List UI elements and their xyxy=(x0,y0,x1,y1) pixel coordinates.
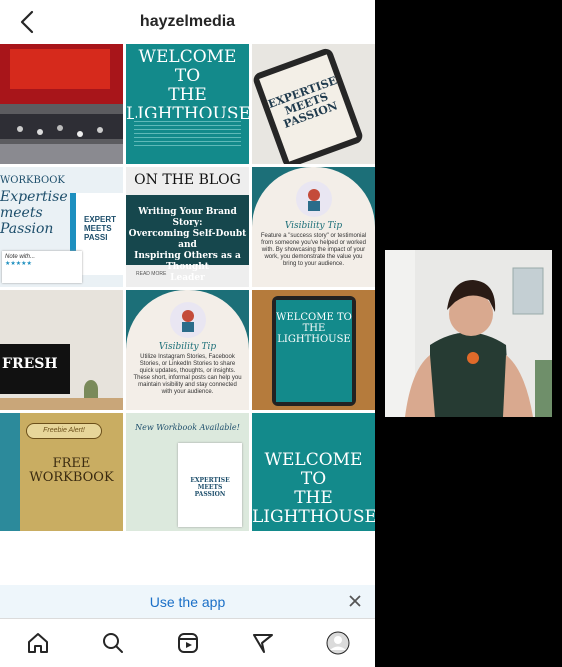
nav-profile[interactable] xyxy=(323,628,353,658)
read-more-label: READ MORE xyxy=(136,271,167,277)
freebie-badge: Freebie Alert! xyxy=(26,423,102,439)
profile-photo xyxy=(385,250,552,417)
use-app-banner: Use the app xyxy=(0,585,375,618)
post-title-line: THE xyxy=(294,488,333,508)
tip-body: Utilize Instagram Stories, Facebook Stor… xyxy=(133,354,242,395)
tablet-image: EXPERTISE MEETS PASSION xyxy=(252,46,365,164)
post-fresh-desk[interactable]: FRESH xyxy=(0,290,123,410)
tip-title: Visibility Tip xyxy=(284,221,343,231)
nav-home[interactable] xyxy=(23,628,53,658)
desk-image xyxy=(0,398,123,410)
post-concert-photo[interactable] xyxy=(0,44,123,164)
body-text-lines xyxy=(134,118,241,148)
post-title-line: THE xyxy=(168,85,207,105)
person-photo xyxy=(385,250,552,417)
post-label: WORKBOOK xyxy=(0,175,65,186)
monitor-text: FRESH xyxy=(2,356,58,372)
post-welcome-lighthouse-tablet[interactable]: WELCOME TO THE LIGHTHOUSE xyxy=(252,290,375,410)
post-title-line: WELCOME TO xyxy=(138,47,237,86)
post-heading: New Workbook Available! xyxy=(135,423,240,432)
cover-line: EXPERTISE xyxy=(190,477,230,484)
post-title-line: LIGHTHOUSE xyxy=(277,334,351,345)
tip-title: Visibility Tip xyxy=(158,342,217,352)
cover-line: MEETS xyxy=(84,224,112,233)
monitor-image: FRESH xyxy=(0,344,70,394)
post-title-line: WELCOME TO xyxy=(264,450,363,489)
post-title-line: Passion xyxy=(0,221,54,237)
illustration-icon xyxy=(296,181,332,217)
search-icon xyxy=(102,633,123,653)
reels-icon xyxy=(177,633,198,653)
post-title-line: meets xyxy=(0,205,43,221)
illustration-icon xyxy=(170,302,206,338)
chevron-left-icon[interactable] xyxy=(14,8,42,36)
profile-header: hayzelmedia xyxy=(0,0,375,44)
cover-line: EXPERT xyxy=(84,215,117,224)
blog-title-line: Writing Your Brand Story: xyxy=(138,207,237,228)
post-visibility-tip-1[interactable]: Visibility Tip Feature a "success story"… xyxy=(252,167,375,287)
workbook-cover: EXPERTISE MEETS PASSION xyxy=(178,443,242,527)
send-icon xyxy=(252,634,273,653)
posts-grid: WELCOME TO THE LIGHTHOUSE EXPERTISE MEET… xyxy=(0,44,375,531)
post-visibility-tip-2[interactable]: Visibility Tip Utilize Instagram Stories… xyxy=(126,290,249,410)
use-app-link[interactable]: Use the app xyxy=(150,594,226,610)
nav-search[interactable] xyxy=(98,628,128,658)
post-title-line: Expertise xyxy=(0,189,68,205)
avatar-icon xyxy=(326,631,349,655)
post-welcome-lighthouse-2[interactable]: WELCOME TO THE LIGHTHOUSE xyxy=(252,413,375,531)
review-card: Note with... ★★★★★ xyxy=(2,251,82,283)
instagram-mobile-view: hayzelmedia WELCOME TO THE LIGHTHOUSE EX… xyxy=(0,0,375,667)
cover-line: PASSION xyxy=(194,491,226,498)
blog-header: ON THE BLOG xyxy=(134,172,241,188)
post-title-line: THE xyxy=(302,323,326,334)
blog-title-line: Overcoming Self-Doubt and xyxy=(128,229,247,250)
post-new-workbook[interactable]: New Workbook Available! EXPERTISE MEETS … xyxy=(126,413,249,531)
post-title-line: WORKBOOK xyxy=(29,470,114,485)
rating-stars: ★★★★★ xyxy=(5,261,32,267)
blog-title-line: Inspiring Others as a Thought xyxy=(134,251,241,272)
close-icon[interactable] xyxy=(347,593,363,609)
plant-icon xyxy=(84,380,98,398)
side-strip xyxy=(0,413,20,531)
post-expertise-passion[interactable]: EXPERTISE MEETS PASSION xyxy=(252,44,375,164)
post-on-the-blog[interactable]: ON THE BLOG Writing Your Brand Story: Ov… xyxy=(126,167,249,287)
post-title-line: WELCOME TO xyxy=(276,312,352,323)
nav-messages[interactable] xyxy=(248,628,278,658)
tip-body: Feature a "success story" or testimonial… xyxy=(260,233,367,267)
cover-line: MEETS xyxy=(197,484,223,491)
post-title-line: FREE xyxy=(52,456,91,471)
blog-card: Writing Your Brand Story: Overcoming Sel… xyxy=(126,195,249,283)
bottom-nav xyxy=(0,618,375,667)
post-workbook[interactable]: WORKBOOK Expertise meets Passion EXPERT … xyxy=(0,167,123,287)
nav-reels[interactable] xyxy=(173,628,203,658)
post-title-line: LIGHTHOUSE xyxy=(252,507,375,527)
post-welcome-lighthouse[interactable]: WELCOME TO THE LIGHTHOUSE xyxy=(126,44,249,164)
cover-line: PASSI xyxy=(84,233,108,242)
home-icon xyxy=(27,633,48,653)
concert-image xyxy=(0,44,123,164)
post-free-workbook[interactable]: Freebie Alert! FREE WORKBOOK xyxy=(0,413,123,531)
tablet-image: WELCOME TO THE LIGHTHOUSE xyxy=(272,296,356,406)
page-title: hayzelmedia xyxy=(139,13,236,30)
